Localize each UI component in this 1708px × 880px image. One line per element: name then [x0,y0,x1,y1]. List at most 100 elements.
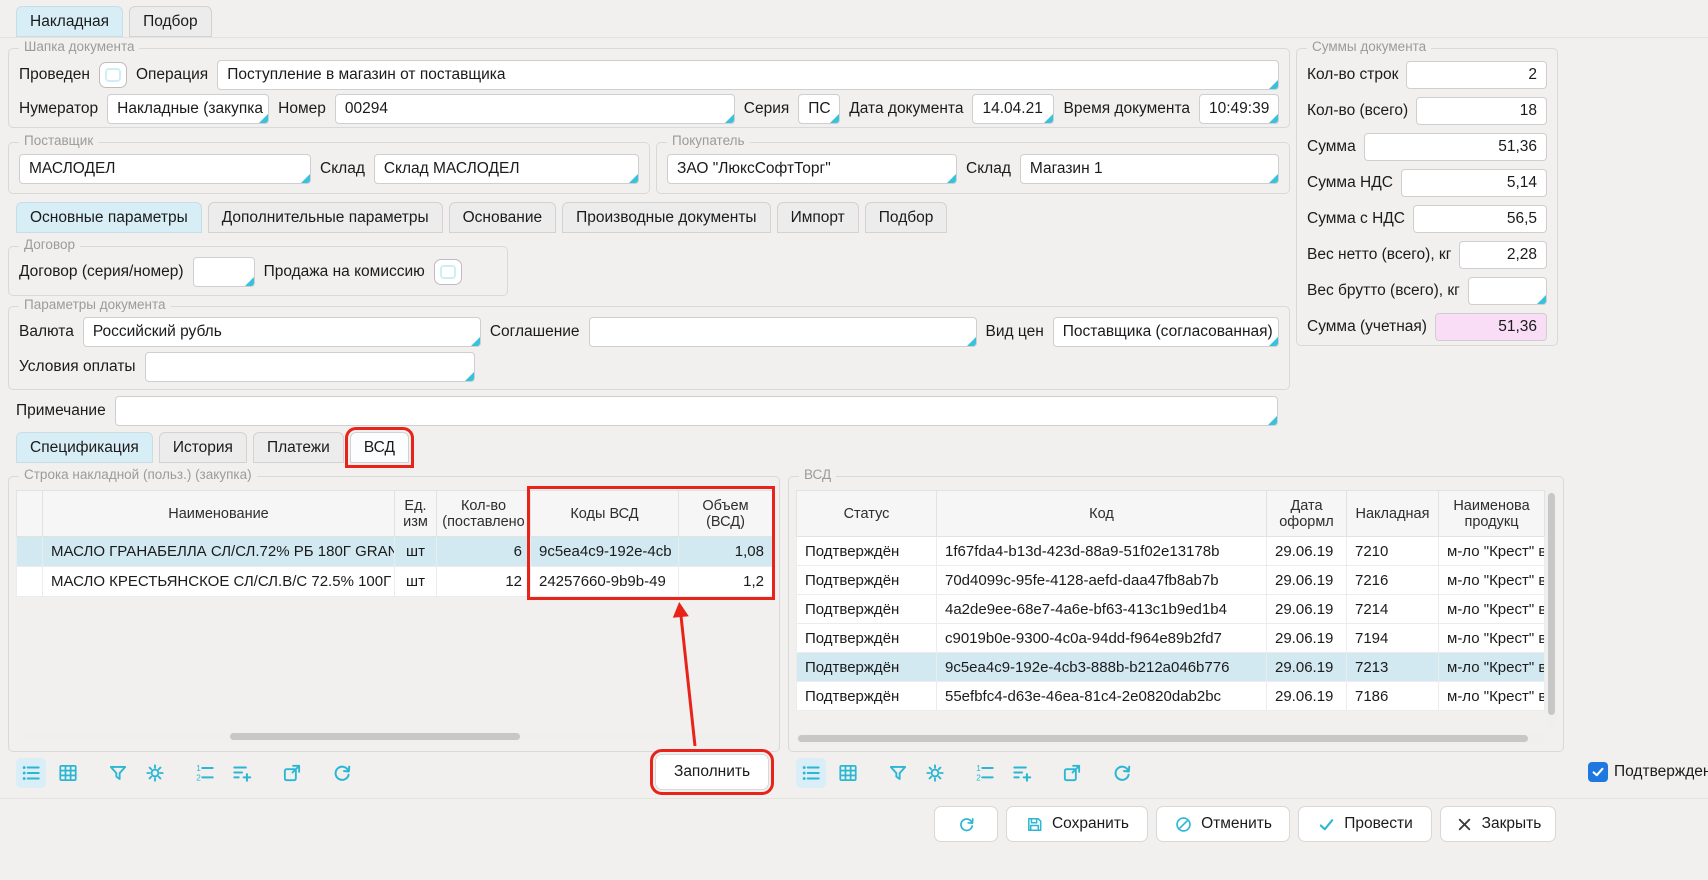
status-cell[interactable]: Подтверждён [797,682,937,711]
unit-cell[interactable]: шт [395,567,437,597]
cancel-button[interactable]: Отменить [1156,806,1290,842]
net-weight-field[interactable]: 2,28 [1459,241,1547,269]
tab-main-params[interactable]: Основные параметры [16,202,202,233]
table-row[interactable]: Подтверждён70d4099c-95fe-4128-aefd-daa47… [797,566,1545,595]
product-name-cell[interactable]: м-ло "Крест" в, [1439,624,1545,653]
tab-payments[interactable]: Платежи [253,432,344,463]
lines-hscrollbar-track[interactable] [20,732,760,741]
open-window-button[interactable] [277,758,307,788]
date-cell[interactable]: 29.06.19 [1267,624,1347,653]
invoice-number-cell[interactable]: 7213 [1347,653,1439,682]
supplier-warehouse-field[interactable]: Склад МАСЛОДЕЛ [374,154,639,184]
product-name-cell[interactable]: МАСЛО КРЕСТЬЯНСКОЕ СЛ/СЛ.В/С 72.5% 100Г [43,567,395,597]
product-name-cell[interactable]: м-ло "Крест" в, [1439,537,1545,566]
tab-history[interactable]: История [159,432,247,463]
post-button[interactable]: Провести [1298,806,1432,842]
agreement-field[interactable] [589,317,977,347]
settings-button[interactable] [920,758,950,788]
tab-vsd[interactable]: ВСД [350,432,409,463]
tab-derived-documents[interactable]: Производные документы [562,202,770,233]
invoice-number-cell[interactable]: 7194 [1347,624,1439,653]
tab-basis[interactable]: Основание [449,202,557,233]
table-row[interactable]: Подтверждён4a2de9ee-68e7-4a6e-bf63-413c1… [797,595,1545,624]
vsd-volume-cell[interactable]: 1,08 [679,537,773,567]
vsd-hscrollbar-thumb[interactable] [798,735,1528,742]
code-cell[interactable]: c9019b0e-9300-4c0a-94dd-f964e89b2fd7 [937,624,1267,653]
quantity-cell[interactable]: 12 [437,567,531,597]
doc-time-field[interactable]: 10:49:39 [1199,94,1279,124]
tab-selection2[interactable]: Подбор [865,202,948,233]
col-quantity[interactable]: Кол-во (поставлено [437,491,531,537]
product-name-cell[interactable]: м-ло "Крест" в, [1439,682,1545,711]
payment-terms-field[interactable] [145,352,475,382]
status-cell[interactable]: Подтверждён [797,624,937,653]
product-name-cell[interactable]: м-ло "Крест" в, [1439,566,1545,595]
date-cell[interactable]: 29.06.19 [1267,682,1347,711]
tab-import[interactable]: Импорт [777,202,859,233]
row-select-gutter-cell[interactable] [17,567,43,597]
code-cell[interactable]: 1f67fda4-b13d-423d-88a9-51f02e13178b [937,537,1267,566]
view-list-button[interactable] [16,758,46,788]
table-row[interactable]: Подтверждён55efbfc4-d63e-46ea-81c4-2e082… [797,682,1545,711]
refresh-button[interactable] [934,806,998,842]
row-select-gutter-cell[interactable] [17,537,43,567]
confirmed-checkbox[interactable] [1588,762,1608,782]
note-field[interactable] [115,396,1278,426]
invoice-number-cell[interactable]: 7186 [1347,682,1439,711]
col-vsd-volume[interactable]: Объем (ВСД) [679,491,773,537]
lines-hscrollbar-thumb[interactable] [230,733,520,740]
series-field[interactable]: ПС [798,94,840,124]
invoice-number-cell[interactable]: 7214 [1347,595,1439,624]
buyer-name-field[interactable]: ЗАО "ЛюксСофтТорг" [667,154,957,184]
operation-field[interactable]: Поступление в магазин от поставщика [217,60,1279,90]
col-status[interactable]: Статус [797,491,937,537]
filter-button[interactable] [103,758,133,788]
date-cell[interactable]: 29.06.19 [1267,653,1347,682]
numerator-field[interactable]: Накладные (закупка [107,94,269,124]
vsd-code-cell[interactable]: 24257660-9b9b-49 [531,567,679,597]
code-cell[interactable]: 70d4099c-95fe-4128-aefd-daa47fb8ab7b [937,566,1267,595]
vsd-hscrollbar-track[interactable] [796,734,1544,743]
code-cell[interactable]: 9c5ea4c9-192e-4cb3-888b-b212a046b776 [937,653,1267,682]
posted-checkbox[interactable] [99,62,127,88]
code-cell[interactable]: 4a2de9ee-68e7-4a6e-bf63-413c1b9ed1b4 [937,595,1267,624]
doc-date-field[interactable]: 14.04.21 [972,94,1054,124]
accounting-sum-field[interactable]: 51,36 [1435,313,1547,341]
contract-number-field[interactable] [193,257,255,287]
status-cell[interactable]: Подтверждён [797,566,937,595]
date-cell[interactable]: 29.06.19 [1267,595,1347,624]
close-button[interactable]: Закрыть [1440,806,1556,842]
sum-with-vat-field[interactable]: 56,5 [1413,205,1547,233]
quantity-cell[interactable]: 6 [437,537,531,567]
unit-cell[interactable]: шт [395,537,437,567]
save-button[interactable]: Сохранить [1006,806,1148,842]
sum-field[interactable]: 51,36 [1364,133,1547,161]
tab-specification[interactable]: Спецификация [16,432,153,463]
numbered-list-button[interactable]: 12 [970,758,1000,788]
col-product-name[interactable]: Наименование [43,491,395,537]
code-cell[interactable]: 55efbfc4-d63e-46ea-81c4-2e0820dab2bc [937,682,1267,711]
status-cell[interactable]: Подтверждён [797,653,937,682]
total-quantity-field[interactable]: 18 [1416,97,1547,125]
price-type-field[interactable]: Поставщика (согласованная) [1053,317,1279,347]
view-table-button[interactable] [53,758,83,788]
view-table-button[interactable] [833,758,863,788]
status-cell[interactable]: Подтверждён [797,595,937,624]
number-field[interactable]: 00294 [335,94,735,124]
gross-weight-field[interactable] [1468,277,1547,305]
settings-button[interactable] [140,758,170,788]
vsd-volume-cell[interactable]: 1,2 [679,567,773,597]
table-row[interactable]: Подтверждёнc9019b0e-9300-4c0a-94dd-f964e… [797,624,1545,653]
tab-selection[interactable]: Подбор [129,6,212,37]
sort-button[interactable] [1007,758,1037,788]
vsd-code-cell[interactable]: 9c5ea4c9-192e-4cb [531,537,679,567]
tab-additional-params[interactable]: Дополнительные параметры [208,202,443,233]
product-name-cell[interactable]: м-ло "Крест" в, [1439,653,1545,682]
date-cell[interactable]: 29.06.19 [1267,537,1347,566]
currency-field[interactable]: Российский рубль [83,317,481,347]
refresh-table-button[interactable] [1107,758,1137,788]
view-list-button[interactable] [796,758,826,788]
col-gutter[interactable] [17,491,43,537]
table-row[interactable]: МАСЛО КРЕСТЬЯНСКОЕ СЛ/СЛ.В/С 72.5% 100Гш… [17,567,773,597]
status-cell[interactable]: Подтверждён [797,537,937,566]
